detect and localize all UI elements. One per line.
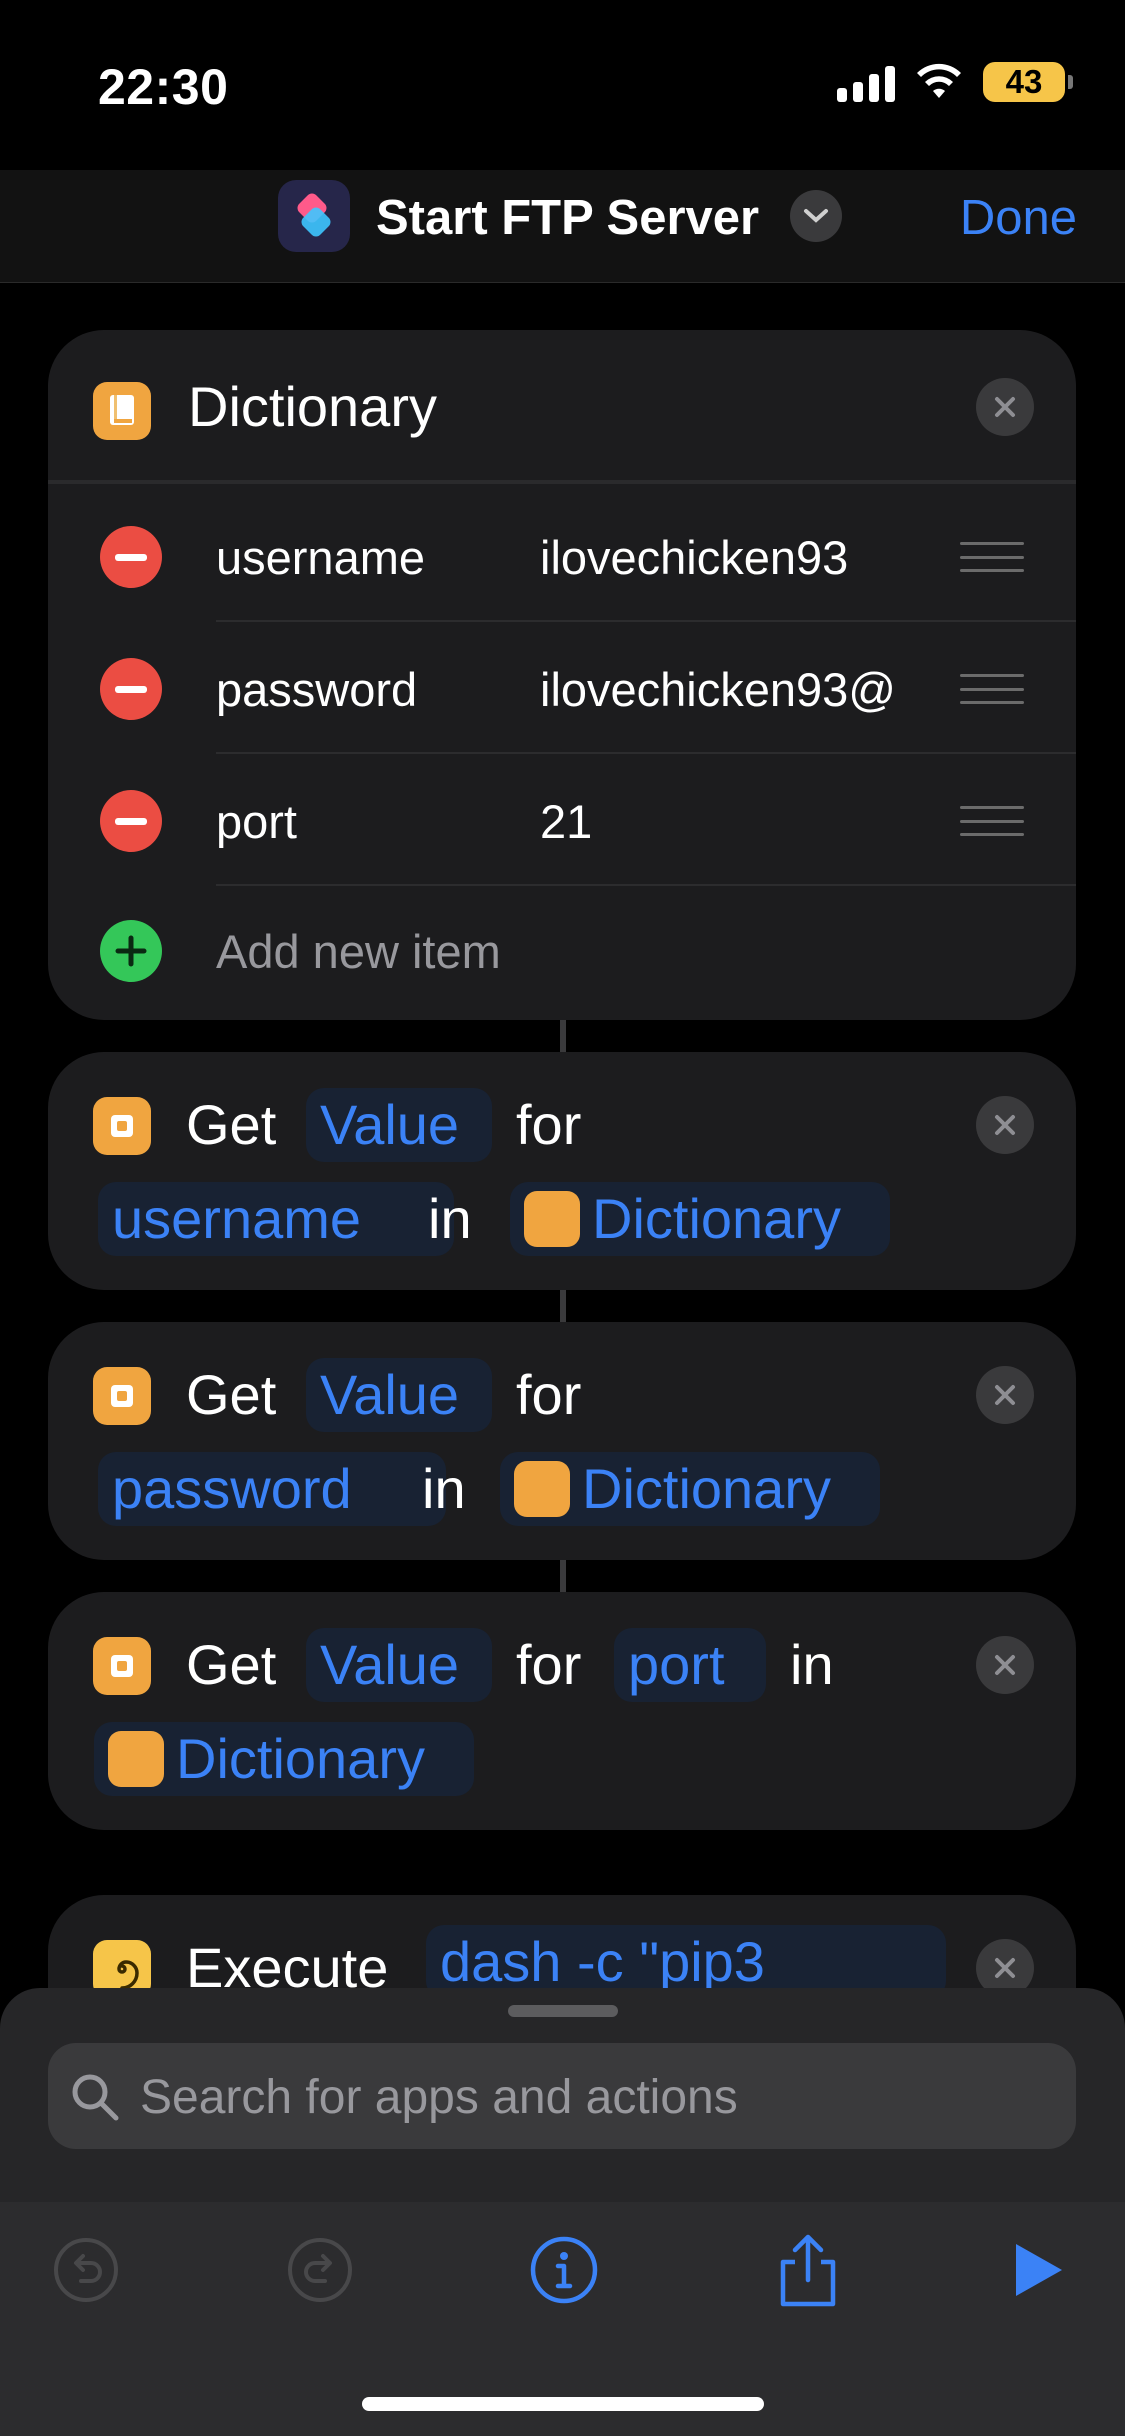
item-key[interactable]: password [216,662,417,717]
remove-item-button[interactable] [100,526,162,588]
item-value[interactable]: ilovechicken93 [540,530,848,585]
dictionary-title: Dictionary [188,375,437,438]
dictionary-token[interactable]: Dictionary [510,1182,890,1256]
action-verb: Get [186,1093,277,1156]
divider [216,620,1076,622]
home-indicator [362,2397,764,2411]
action-verb: Get [186,1633,277,1696]
key-token[interactable]: port [614,1628,766,1702]
remove-item-button[interactable] [100,658,162,720]
item-key[interactable]: port [216,794,297,849]
book-icon [93,382,151,440]
action-verb: Get [186,1363,277,1426]
flow-connector [560,1560,566,1592]
battery-icon: 43 [983,62,1073,102]
value-token[interactable]: Value [306,1628,492,1702]
search-icon [72,2074,119,2121]
close-icon[interactable] [976,1366,1034,1424]
in-word: in [422,1457,466,1520]
undo-icon[interactable] [48,2232,124,2308]
key-token[interactable]: username [98,1182,454,1256]
dictionary-token-label: Dictionary [176,1727,425,1790]
reorder-handle-icon[interactable] [960,674,1024,704]
divider [216,884,1076,886]
close-icon[interactable] [976,1096,1034,1154]
item-value[interactable]: ilovechicken93@ [540,662,896,717]
share-icon[interactable] [770,2232,846,2308]
item-value[interactable]: 21 [540,794,592,849]
close-icon[interactable] [976,1636,1034,1694]
for-word: for [516,1633,582,1696]
flow-connector [560,1290,566,1322]
shortcut-title[interactable]: Start FTP Server [376,190,759,246]
book-icon [524,1191,580,1248]
in-word: in [790,1633,834,1696]
wifi-icon [917,63,961,98]
shortcuts-app-icon[interactable] [278,180,350,252]
get-value-action-card[interactable]: Get Value for port in Dictionary [48,1592,1076,1830]
chevron-down-icon[interactable] [790,190,842,242]
info-icon[interactable] [526,2232,602,2308]
close-icon[interactable] [976,378,1034,436]
add-item-button[interactable] [100,920,162,982]
reorder-handle-icon[interactable] [960,806,1024,836]
value-token[interactable]: Value [306,1358,492,1432]
item-key[interactable]: username [216,530,425,585]
signal-icon [837,62,895,102]
dictionary-token-label: Dictionary [582,1457,831,1520]
book-icon [514,1461,570,1518]
flow-connector [560,1020,566,1052]
redo-icon[interactable] [282,2232,358,2308]
dictionary-token[interactable]: Dictionary [500,1452,880,1526]
dictionary-token[interactable]: Dictionary [94,1722,474,1796]
search-placeholder: Search for apps and actions [140,2071,738,2124]
get-value-action-card[interactable]: Get Value for password in Dictionary [48,1322,1076,1560]
get-value-action-card[interactable]: Get Value for username in Dictionary [48,1052,1076,1290]
status-time: 22:30 [98,59,229,115]
divider [48,480,1076,484]
value-token[interactable]: Value [306,1088,492,1162]
book-icon [108,1731,164,1788]
for-word: for [516,1093,582,1156]
reorder-handle-icon[interactable] [960,542,1024,572]
book-icon [93,1097,151,1155]
add-new-item-label[interactable]: Add new item [216,924,501,979]
sheet-grabber[interactable] [508,2005,618,2017]
in-word: in [428,1187,472,1250]
status-icons: 43 [837,62,1073,102]
remove-item-button[interactable] [100,790,162,852]
dictionary-token-label: Dictionary [592,1187,841,1250]
book-icon [93,1637,151,1695]
book-icon [93,1367,151,1425]
done-button[interactable]: Done [960,190,1077,246]
dictionary-action-card[interactable]: Dictionary username ilovechicken93 passw… [48,330,1076,1020]
for-word: for [516,1363,582,1426]
key-token[interactable]: password [98,1452,446,1526]
divider [216,752,1076,754]
play-icon[interactable] [1000,2232,1076,2308]
